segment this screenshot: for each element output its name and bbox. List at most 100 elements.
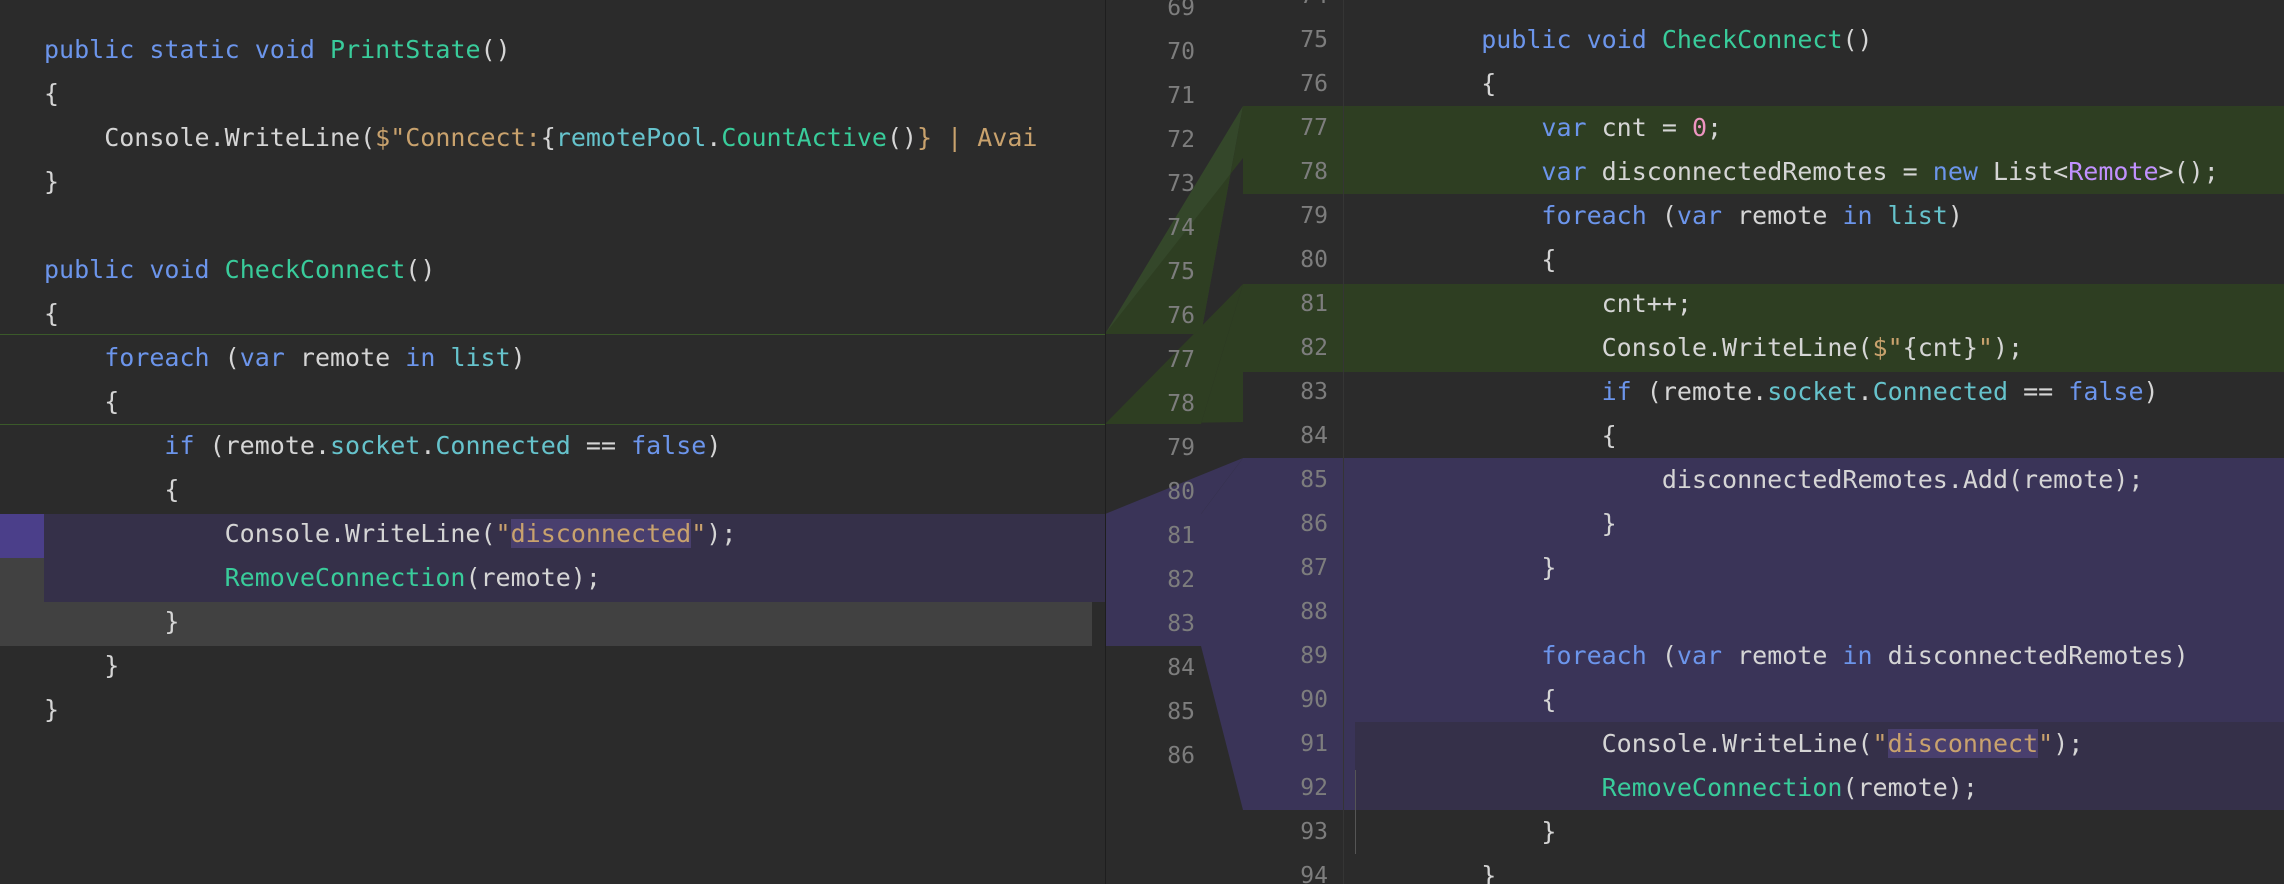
code-token: {	[1421, 421, 1617, 450]
code-line[interactable]	[0, 204, 1105, 248]
code-line[interactable]: }	[0, 600, 1105, 644]
code-text: }	[1421, 502, 1617, 546]
code-text: {	[1421, 62, 1496, 106]
code-line[interactable]: }	[0, 160, 1105, 204]
code-token: "	[2038, 729, 2054, 758]
code-line[interactable]: {	[0, 380, 1105, 424]
code-token: RemoveConnection	[1601, 773, 1843, 802]
code-line[interactable]: foreach (var remote in list)	[0, 336, 1105, 380]
code-line[interactable]	[1243, 590, 2284, 634]
code-line[interactable]: }	[1243, 854, 2284, 884]
code-line[interactable]: foreach (var remote in list)	[1243, 194, 2284, 238]
code-token: in	[1842, 201, 1873, 230]
code-token: Connected	[1872, 377, 2009, 406]
code-text: if (remote.socket.Connected == false)	[44, 424, 721, 468]
code-line[interactable]: {	[0, 468, 1105, 512]
line-number: 77	[1167, 347, 1195, 373]
code-line[interactable]: Console.WriteLine($"Conncect:{remotePool…	[0, 116, 1105, 160]
code-token: } | Avai	[917, 123, 1038, 152]
code-text: }	[44, 688, 59, 732]
code-token: new	[1932, 157, 1978, 186]
code-token: foreach	[1541, 641, 1647, 670]
code-text: {	[1421, 238, 1556, 282]
code-token: public	[44, 255, 135, 284]
code-line[interactable]: }	[0, 644, 1105, 688]
code-token: );	[706, 519, 737, 548]
code-token: disconnectedRemotes =	[1586, 157, 1933, 186]
code-token: list	[450, 343, 511, 372]
code-token: if	[1601, 377, 1632, 406]
code-token: )	[706, 431, 722, 460]
code-token: var	[1676, 201, 1723, 230]
code-line[interactable]: var cnt = 0;	[1243, 106, 2284, 150]
code-line[interactable]: Console.WriteLine($"{cnt}");	[1243, 326, 2284, 370]
code-token: Console.WriteLine(	[1421, 729, 1873, 758]
code-token: ()	[480, 35, 511, 64]
code-token: in	[405, 343, 436, 372]
code-line[interactable]: }	[1243, 546, 2284, 590]
code-token: (	[1646, 641, 1677, 670]
code-line[interactable]: disconnectedRemotes.Add(remote);	[1243, 458, 2284, 502]
code-token: List<	[1977, 157, 2069, 186]
code-text: {	[44, 72, 59, 116]
code-line[interactable]: cnt++;	[1243, 282, 2284, 326]
code-token: (	[209, 343, 240, 372]
code-text: public void CheckConnect()	[44, 248, 435, 292]
code-token: (	[1646, 201, 1677, 230]
code-token: }	[44, 651, 120, 680]
code-text: public void CheckConnect()	[1421, 18, 1873, 62]
code-token: }	[44, 167, 60, 196]
line-number: 72	[1167, 127, 1195, 153]
code-token: ;	[1707, 113, 1723, 142]
right-editor-pane[interactable]: 7475767778798081828384858687888990919293…	[1243, 0, 2284, 884]
code-line[interactable]: var disconnectedRemotes = new List<Remot…	[1243, 150, 2284, 194]
code-text: RemoveConnection(remote);	[44, 556, 601, 600]
code-line[interactable]: }	[1243, 502, 2284, 546]
code-text: Console.WriteLine("disconnect");	[1421, 722, 2083, 766]
code-line[interactable]: {	[1243, 414, 2284, 458]
code-line[interactable]: RemoveConnection(remote);	[0, 556, 1105, 600]
code-token: ==	[2008, 377, 2069, 406]
code-line[interactable]: {	[1243, 238, 2284, 282]
code-text: }	[44, 600, 179, 644]
left-editor-pane[interactable]: public static void PrintState() { Console…	[0, 0, 1105, 884]
code-token: Console.WriteLine(	[44, 123, 376, 152]
code-line[interactable]: {	[0, 72, 1105, 116]
code-line[interactable]: if (remote.socket.Connected == false)	[0, 424, 1105, 468]
code-line[interactable]: RemoveConnection(remote);	[1243, 766, 2284, 810]
code-token: socket	[330, 431, 421, 460]
code-line[interactable]: {	[1243, 678, 2284, 722]
code-line[interactable]: public static void PrintState()	[0, 28, 1105, 72]
code-line[interactable]: public void CheckConnect()	[1243, 18, 2284, 62]
code-line[interactable]: foreach (var remote in disconnectedRemot…	[1243, 634, 2284, 678]
code-line[interactable]: if (remote.socket.Connected == false)	[1243, 370, 2284, 414]
line-number: 85	[1167, 699, 1195, 725]
line-number: 78	[1167, 391, 1195, 417]
code-token: {	[1421, 245, 1557, 274]
code-token: disconnectedRemotes.Add(remote);	[1421, 465, 2144, 494]
code-line[interactable]: {	[0, 292, 1105, 336]
code-text: {	[44, 468, 179, 512]
code-line[interactable]: Console.WriteLine("disconnect");	[1243, 722, 2284, 766]
code-token: foreach	[1541, 201, 1647, 230]
code-token: }	[44, 607, 180, 636]
code-line[interactable]: }	[1243, 810, 2284, 854]
code-line[interactable]: }	[0, 688, 1105, 732]
code-line[interactable]: public void CheckConnect()	[0, 248, 1105, 292]
code-token: {cnt}	[1902, 333, 1978, 362]
code-line[interactable]: Console.WriteLine("disconnected");	[0, 512, 1105, 556]
code-line[interactable]: {	[1243, 62, 2284, 106]
code-token: var	[1676, 641, 1723, 670]
code-token: {	[540, 123, 556, 152]
code-token: ()	[1842, 25, 1873, 54]
line-number: 70	[1167, 39, 1195, 65]
code-token: {	[44, 79, 60, 108]
code-text: RemoveConnection(remote);	[1421, 766, 1978, 810]
pane-divider-left[interactable]	[1105, 0, 1106, 884]
